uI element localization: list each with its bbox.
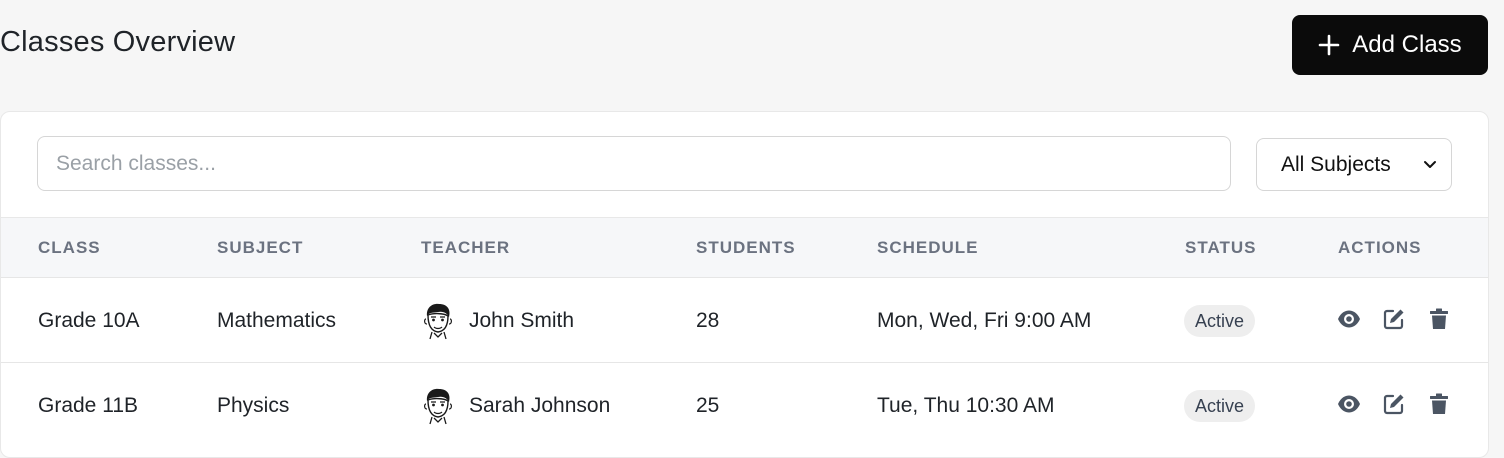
edit-icon[interactable] (1382, 307, 1406, 331)
table-row[interactable]: Grade 11B Physics Sarah Johnson 25 Tue, … (1, 362, 1488, 448)
edit-icon[interactable] (1382, 392, 1406, 416)
row-actions (1337, 392, 1451, 416)
classes-card: All Subjects CLASS SUBJECT TEACHER STUDE… (0, 111, 1489, 458)
plus-icon (1318, 34, 1340, 56)
column-header-schedule: SCHEDULE (877, 238, 979, 257)
subject-name: Physics (217, 394, 290, 417)
trash-icon[interactable] (1427, 307, 1451, 331)
column-header-teacher: TEACHER (421, 238, 511, 257)
status-badge: Active (1184, 305, 1256, 337)
column-header-status: STATUS (1185, 238, 1257, 257)
search-input[interactable] (37, 136, 1231, 191)
teacher-cell: John Smith (421, 278, 574, 363)
column-header-actions: ACTIONS (1338, 238, 1422, 257)
page-title: Classes Overview (0, 26, 236, 58)
subject-filter-value: All Subjects (1281, 152, 1391, 176)
student-count: 25 (696, 394, 720, 417)
table-header: CLASS SUBJECT TEACHER STUDENTS SCHEDULE … (1, 217, 1488, 278)
status-badge: Active (1184, 390, 1256, 422)
teacher-name: John Smith (469, 308, 575, 332)
add-class-label: Add Class (1352, 31, 1462, 58)
row-actions (1337, 307, 1451, 331)
table-row[interactable]: Grade 10A Mathematics John Smith 28 Mon,… (1, 277, 1488, 363)
column-header-subject: SUBJECT (217, 238, 304, 257)
column-header-class: CLASS (38, 238, 101, 257)
schedule-text: Mon, Wed, Fri 9:00 AM (877, 309, 1092, 332)
student-count: 28 (696, 309, 720, 332)
column-header-students: STUDENTS (696, 238, 796, 257)
subject-name: Mathematics (217, 309, 337, 332)
class-name: Grade 11B (38, 394, 139, 417)
schedule-text: Tue, Thu 10:30 AM (877, 394, 1055, 417)
eye-icon[interactable] (1337, 307, 1361, 331)
chevron-down-icon (1424, 160, 1436, 168)
teacher-name: Sarah Johnson (469, 393, 611, 417)
trash-icon[interactable] (1427, 392, 1451, 416)
teacher-avatar (424, 303, 452, 339)
eye-icon[interactable] (1337, 392, 1361, 416)
add-class-button[interactable]: Add Class (1292, 15, 1488, 75)
subject-filter-select[interactable]: All Subjects (1256, 138, 1452, 191)
teacher-cell: Sarah Johnson (421, 363, 610, 448)
teacher-avatar (424, 388, 452, 424)
class-name: Grade 10A (38, 309, 140, 332)
